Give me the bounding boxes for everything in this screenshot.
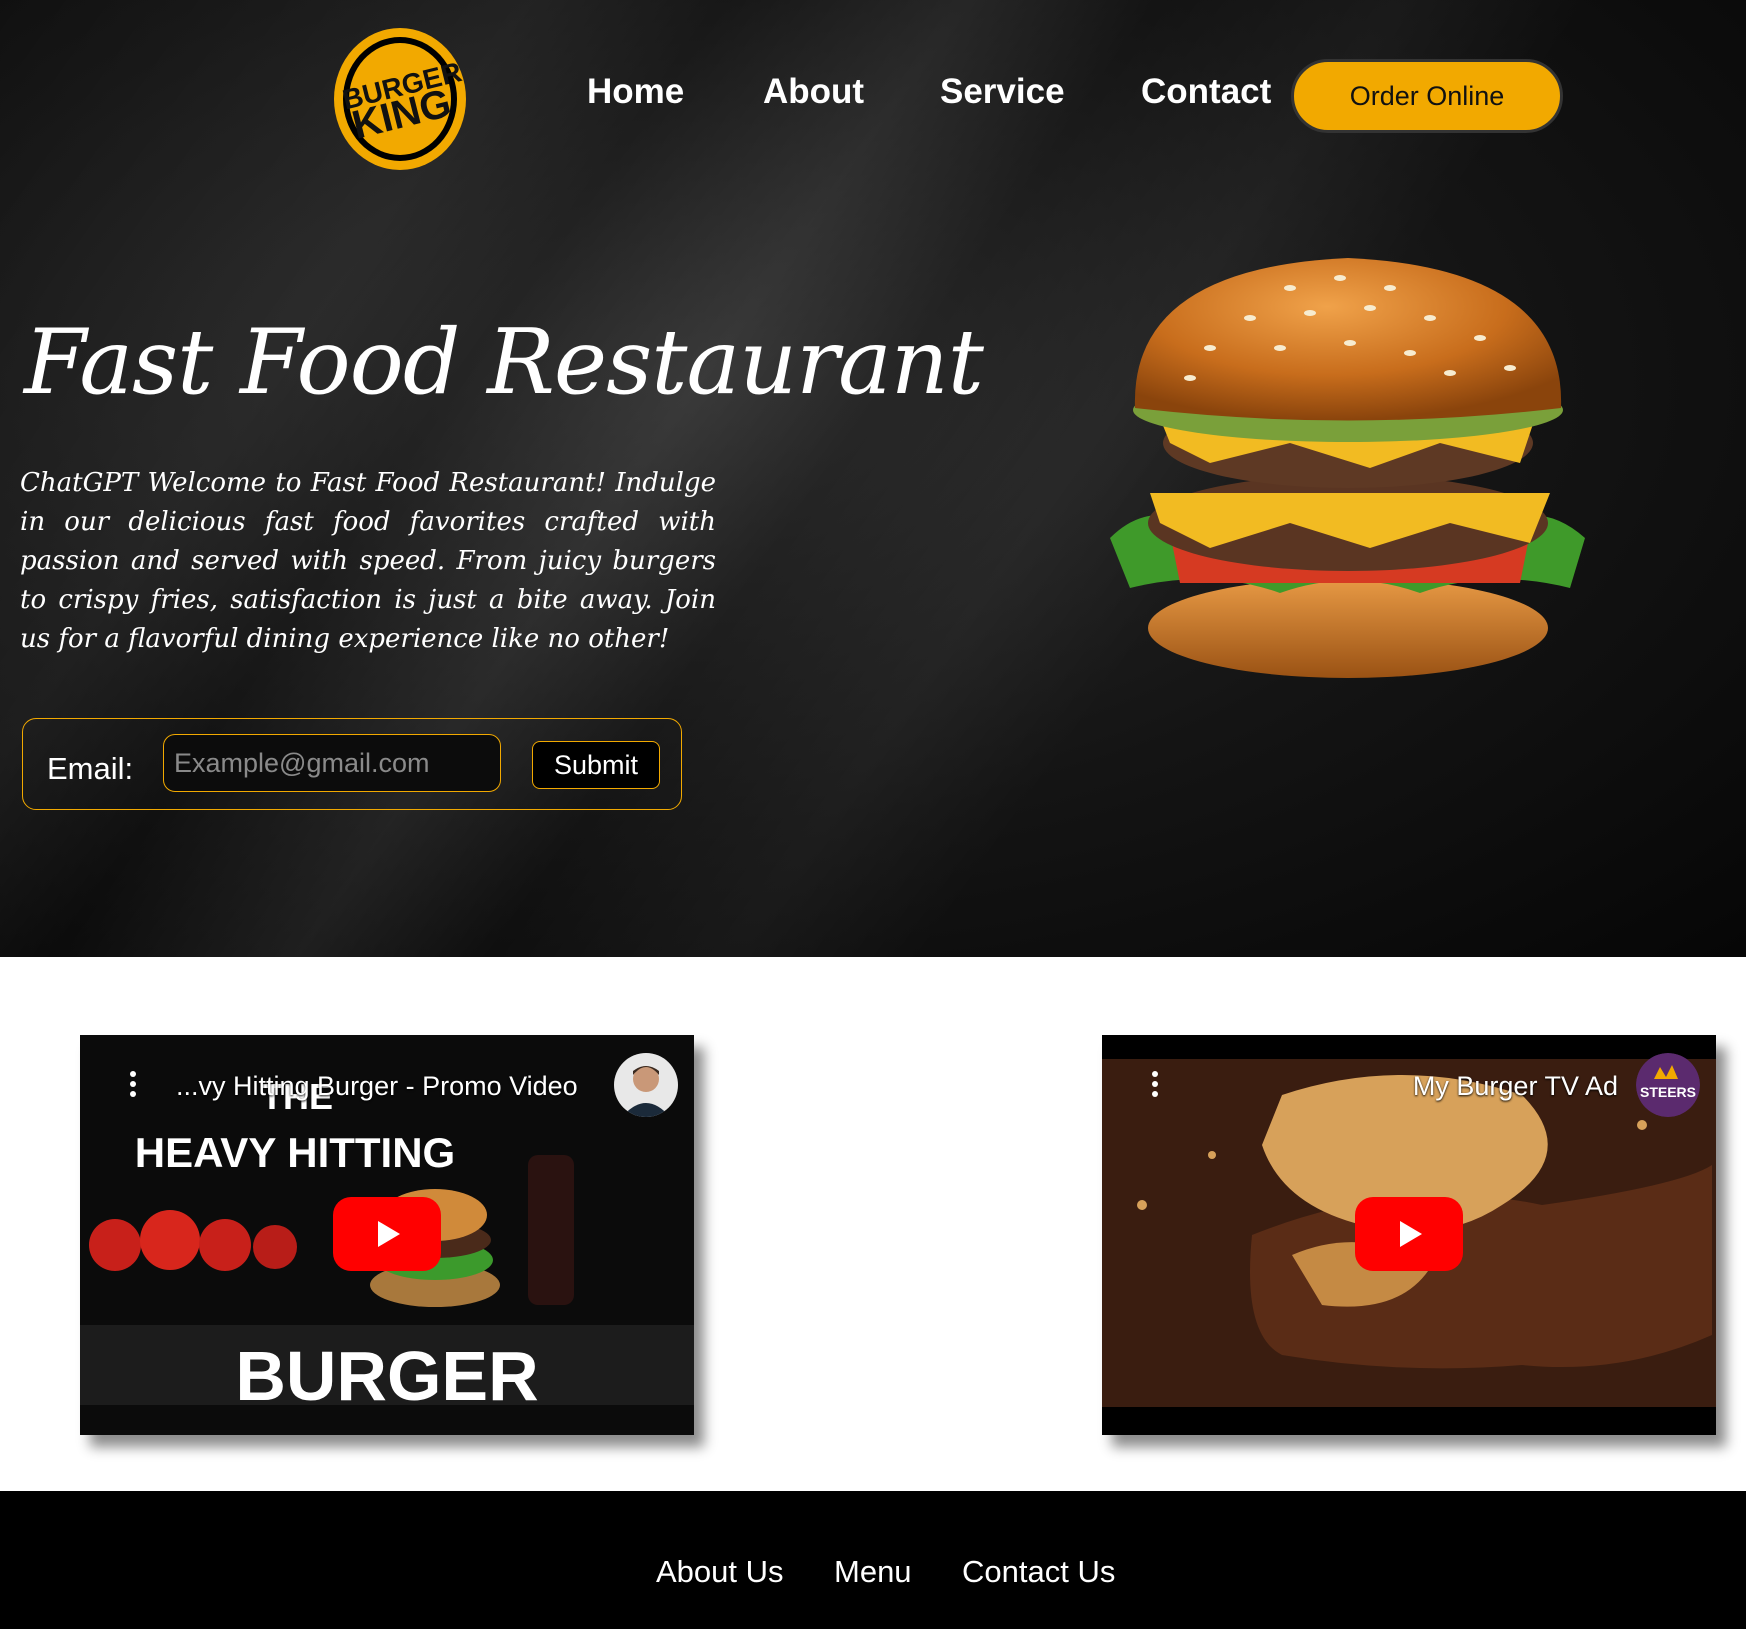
person-avatar-icon	[614, 1053, 678, 1117]
play-icon	[1400, 1221, 1422, 1247]
hero-description: ChatGPT Welcome to Fast Food Restaurant!…	[20, 468, 716, 654]
more-options-icon[interactable]	[128, 1069, 138, 1099]
nav-about[interactable]: About	[763, 72, 864, 112]
burger-image	[1110, 258, 1585, 678]
video-section: THE HEAVY HITTING BURGER ...vy Hitting B…	[0, 957, 1746, 1491]
play-button[interactable]	[333, 1197, 441, 1271]
footer: About Us Menu Contact Us	[0, 1491, 1746, 1629]
footer-about-us[interactable]: About Us	[656, 1554, 784, 1590]
hero-section: BURGER KING Home About Service Contact O…	[0, 0, 1746, 957]
channel-avatar[interactable]	[614, 1053, 678, 1117]
footer-contact-us[interactable]: Contact Us	[962, 1554, 1115, 1590]
video-card-promo[interactable]: THE HEAVY HITTING BURGER ...vy Hitting B…	[80, 1035, 694, 1435]
hero-title: Fast Food Restaurant	[24, 310, 984, 415]
thumb-text-burger: BURGER	[235, 1337, 538, 1415]
footer-menu[interactable]: Menu	[834, 1554, 912, 1590]
more-options-icon[interactable]	[1150, 1069, 1160, 1099]
nav-contact[interactable]: Contact	[1141, 72, 1271, 112]
video-title[interactable]: ...vy Hitting Burger - Promo Video	[176, 1071, 578, 1102]
order-online-button[interactable]: Order Online	[1291, 59, 1563, 133]
email-label: Email:	[47, 751, 134, 786]
thumb-text-heavy-hitting: HEAVY HITTING	[135, 1129, 455, 1176]
play-button[interactable]	[1355, 1197, 1463, 1271]
nav-service[interactable]: Service	[940, 72, 1065, 112]
steers-label: STEERS	[1640, 1084, 1696, 1100]
channel-avatar[interactable]: STEERS	[1636, 1053, 1700, 1117]
video-card-tv-ad[interactable]: My Burger TV Ad STEERS	[1102, 1035, 1716, 1435]
steers-logo-icon: STEERS	[1636, 1053, 1700, 1117]
nav-home[interactable]: Home	[587, 72, 684, 112]
email-input[interactable]	[163, 734, 501, 792]
submit-button[interactable]: Submit	[532, 741, 660, 789]
play-icon	[378, 1221, 400, 1247]
burger-king-logo[interactable]: BURGER KING	[330, 24, 470, 174]
email-signup-form: Email: Submit	[22, 718, 682, 810]
video-title[interactable]: My Burger TV Ad	[1413, 1071, 1618, 1102]
